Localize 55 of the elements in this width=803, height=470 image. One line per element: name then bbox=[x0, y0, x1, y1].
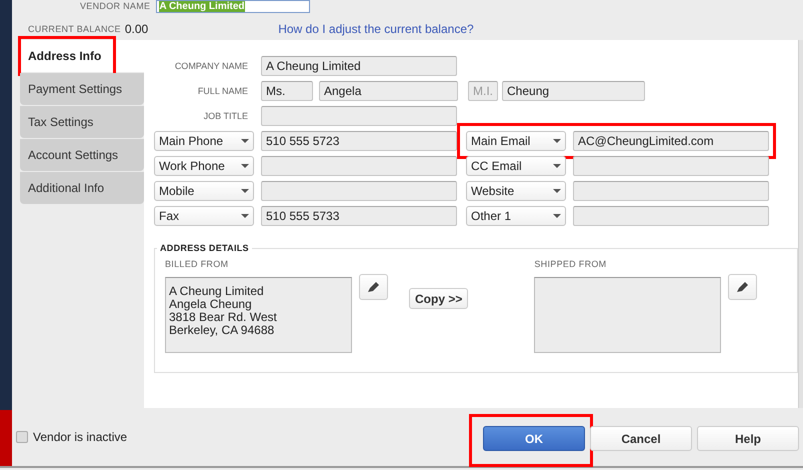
text-field[interactable] bbox=[261, 181, 457, 201]
billed-from-address[interactable]: A Cheung Limited Angela Cheung 3818 Bear Rd. West Berkeley, CA 94688 bbox=[165, 277, 352, 353]
sidebar-tab[interactable]: Tax Settings bbox=[20, 106, 144, 138]
caret-icon bbox=[553, 139, 561, 143]
text-field[interactable] bbox=[573, 206, 769, 226]
sidebar-tab[interactable]: Payment Settings bbox=[20, 73, 144, 105]
company-name-label: COMPANY NAME bbox=[174, 61, 248, 71]
shipped-from-label: SHIPPED FROM bbox=[534, 259, 608, 269]
caret-icon bbox=[553, 214, 561, 218]
edit-button[interactable] bbox=[359, 274, 388, 300]
text-field[interactable]: 510 555 5723 bbox=[261, 131, 457, 151]
text-field[interactable] bbox=[573, 181, 769, 201]
caret-icon bbox=[241, 214, 249, 218]
job-title-field[interactable] bbox=[261, 106, 457, 126]
sidebar-tab[interactable]: Additional Info bbox=[20, 172, 144, 204]
text-field[interactable] bbox=[573, 156, 769, 176]
current-balance-value: 0.00 bbox=[124, 22, 148, 36]
dialog-button[interactable]: OK bbox=[483, 426, 585, 451]
caret-icon bbox=[553, 189, 561, 193]
type-dropdown[interactable]: Work Phone bbox=[154, 156, 254, 176]
pencil-icon bbox=[366, 281, 380, 293]
text-field[interactable]: 510 555 5733 bbox=[261, 206, 457, 226]
text-field[interactable]: AC@CheungLimited.com bbox=[573, 131, 769, 151]
type-dropdown[interactable]: Other 1 bbox=[466, 206, 566, 226]
vendor-inactive-label: Vendor is inactive bbox=[33, 430, 128, 444]
help-link[interactable]: How do I adjust the current balance? bbox=[278, 22, 474, 36]
copy-button[interactable]: Copy >> bbox=[409, 288, 468, 309]
current-balance-label: CURRENT BALANCE bbox=[28, 24, 121, 34]
type-dropdown[interactable]: Website bbox=[466, 181, 566, 201]
full-name-label: FULL NAME bbox=[196, 86, 248, 96]
company-name-field[interactable]: A Cheung Limited bbox=[261, 56, 457, 76]
sidebar-tab[interactable]: Account Settings bbox=[20, 139, 144, 171]
caret-icon bbox=[553, 164, 561, 168]
type-dropdown[interactable]: Main Email bbox=[466, 131, 566, 151]
edit-button[interactable] bbox=[728, 274, 758, 300]
caret-icon bbox=[241, 139, 249, 143]
first-name-field[interactable]: Angela bbox=[319, 81, 458, 101]
type-dropdown[interactable]: CC Email bbox=[466, 156, 566, 176]
type-dropdown[interactable]: Fax bbox=[154, 206, 254, 226]
last-name-field[interactable]: Cheung bbox=[502, 81, 645, 101]
address-details-title: ADDRESS DETAILS bbox=[159, 243, 250, 253]
vendor-name-label: VENDOR NAME bbox=[80, 1, 150, 11]
dialog-button[interactable]: Cancel bbox=[590, 426, 692, 451]
dialog-button[interactable]: Help bbox=[697, 426, 799, 451]
caret-icon bbox=[241, 164, 249, 168]
pencil-icon bbox=[736, 281, 750, 293]
shipped-from-address[interactable] bbox=[534, 277, 722, 353]
sidebar-tab[interactable]: Address Info bbox=[20, 40, 144, 72]
title-field[interactable]: Ms. bbox=[261, 81, 313, 101]
type-dropdown[interactable]: Main Phone bbox=[154, 131, 254, 151]
job-title-label: JOB TITLE bbox=[202, 111, 248, 121]
type-dropdown[interactable]: Mobile bbox=[154, 181, 254, 201]
text-field[interactable] bbox=[261, 156, 457, 176]
billed-from-label: BILLED FROM bbox=[165, 259, 230, 269]
caret-icon bbox=[241, 189, 249, 193]
